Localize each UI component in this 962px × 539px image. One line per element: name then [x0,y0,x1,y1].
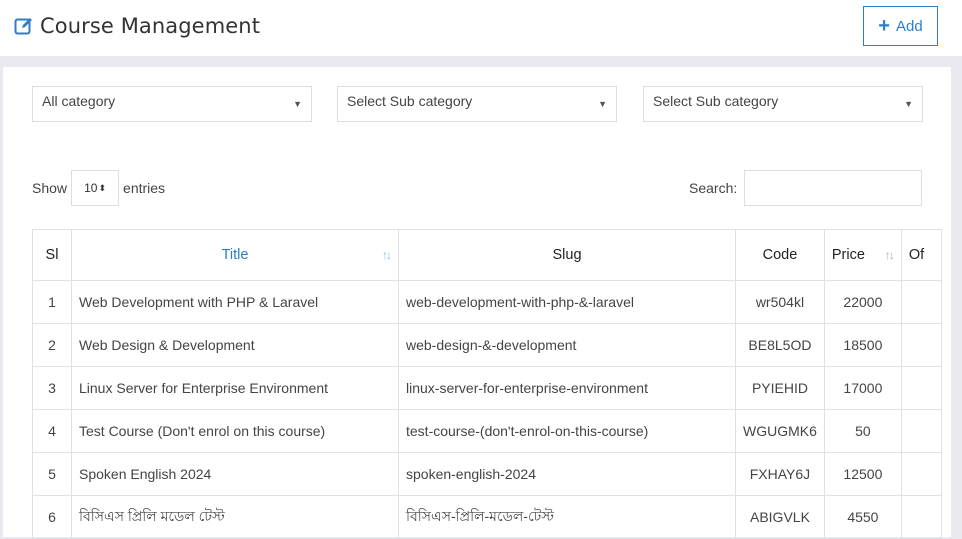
cell-title: Web Development with PHP & Laravel [71,280,399,324]
cell-slug: web-design-&-development [398,323,736,367]
cell-sl: 1 [32,280,72,324]
table-row: 6 বিসিএস প্রিলি মডেল টেস্ট বিসিএস-প্রিলি… [32,495,942,539]
cell-price: 17000 [823,366,902,410]
caret-down-icon: ▼ [293,99,302,109]
cell-slug: web-development-with-php-&-laravel [398,280,736,324]
show-label: Show [32,180,68,196]
cell-code: wr504kl [735,280,825,324]
cell-title: Test Course (Don't enrol on this course) [71,409,399,453]
column-header-code[interactable]: Code [735,229,825,281]
table-header-row: Sl Title ↑↓ Slug Code Price ↑↓ Of [32,229,942,281]
cell-offer [900,409,942,453]
add-button-label: Add [895,17,923,35]
search-label: Search: [689,180,738,196]
title-wrap: Course Management [14,14,260,38]
cell-price: 22000 [823,280,902,324]
cell-sl: 2 [32,323,72,367]
add-button[interactable]: + Add [863,6,938,46]
cell-sl: 4 [32,409,72,453]
table-row: 2 Web Design & Development web-design-&-… [32,323,942,367]
cell-code: FXHAY6J [735,452,825,496]
column-header-title[interactable]: Title ↑↓ [71,229,399,281]
cell-price: 12500 [823,452,902,496]
cell-slug: spoken-english-2024 [398,452,736,496]
cell-offer [900,366,942,410]
cell-title: বিসিএস প্রিলি মডেল টেস্ট [71,495,399,539]
cell-price: 18500 [823,323,902,367]
cell-sl: 6 [32,495,72,539]
course-table: Sl Title ↑↓ Slug Code Price ↑↓ Of 1 Web … [32,229,942,539]
cell-sl: 3 [32,366,72,410]
column-header-sl[interactable]: Sl [32,229,72,281]
cell-title: Linux Server for Enterprise Environment [71,366,399,410]
sort-icon: ↑↓ [382,248,392,262]
cell-offer [900,452,942,496]
entries-length: Show 10 ⬍ entries [32,170,165,206]
entries-label: entries [123,180,166,196]
entries-value: 10 [84,181,98,195]
page-header: Course Management + Add [0,0,962,56]
column-header-title-label: Title [221,247,249,263]
plus-icon: + [878,15,890,37]
cell-title: Web Design & Development [71,323,399,367]
cell-price: 4550 [823,495,902,539]
caret-down-icon: ▼ [904,99,913,109]
cell-code: WGUGMK6 [735,409,825,453]
caret-down-icon: ▼ [598,99,607,109]
sub-category-select-2[interactable]: Select Sub category ▼ [643,86,923,122]
cell-offer [900,495,942,539]
table-row: 5 Spoken English 2024 spoken-english-202… [32,452,942,496]
sub-category-select-2-value: Select Sub category [653,93,779,109]
category-select[interactable]: All category ▼ [32,86,312,122]
search-input[interactable] [744,170,922,206]
column-header-price[interactable]: Price ↑↓ [823,229,902,281]
table-row: 1 Web Development with PHP & Laravel web… [32,280,942,324]
column-header-slug[interactable]: Slug [398,229,736,281]
table-row: 4 Test Course (Don't enrol on this cours… [32,409,942,453]
table-row: 3 Linux Server for Enterprise Environmen… [32,366,942,410]
cell-sl: 5 [32,452,72,496]
cell-code: PYIEHID [735,366,825,410]
cell-offer [900,323,942,367]
column-header-price-label: Price [831,247,865,263]
cell-price: 50 [823,409,902,453]
page-title: Course Management [40,14,261,38]
edit-icon [14,16,34,36]
cell-offer [900,280,942,324]
cell-slug: test-course-(don't-enrol-on-this-course) [398,409,736,453]
cell-code: BE8L5OD [735,323,825,367]
updown-icon: ⬍ [98,182,106,193]
cell-code: ABIGVLK [735,495,825,539]
cell-title: Spoken English 2024 [71,452,399,496]
column-header-offer[interactable]: Of [900,229,942,281]
sort-icon: ↑↓ [884,248,895,262]
cell-slug: linux-server-for-enterprise-environment [398,366,736,410]
category-select-value: All category [42,93,116,109]
sub-category-select-value: Select Sub category [347,93,473,109]
cell-slug: বিসিএস-প্রিলি-মডেল-টেস্ট [398,495,736,539]
entries-select[interactable]: 10 ⬍ [71,170,120,206]
sub-category-select[interactable]: Select Sub category ▼ [337,86,617,122]
